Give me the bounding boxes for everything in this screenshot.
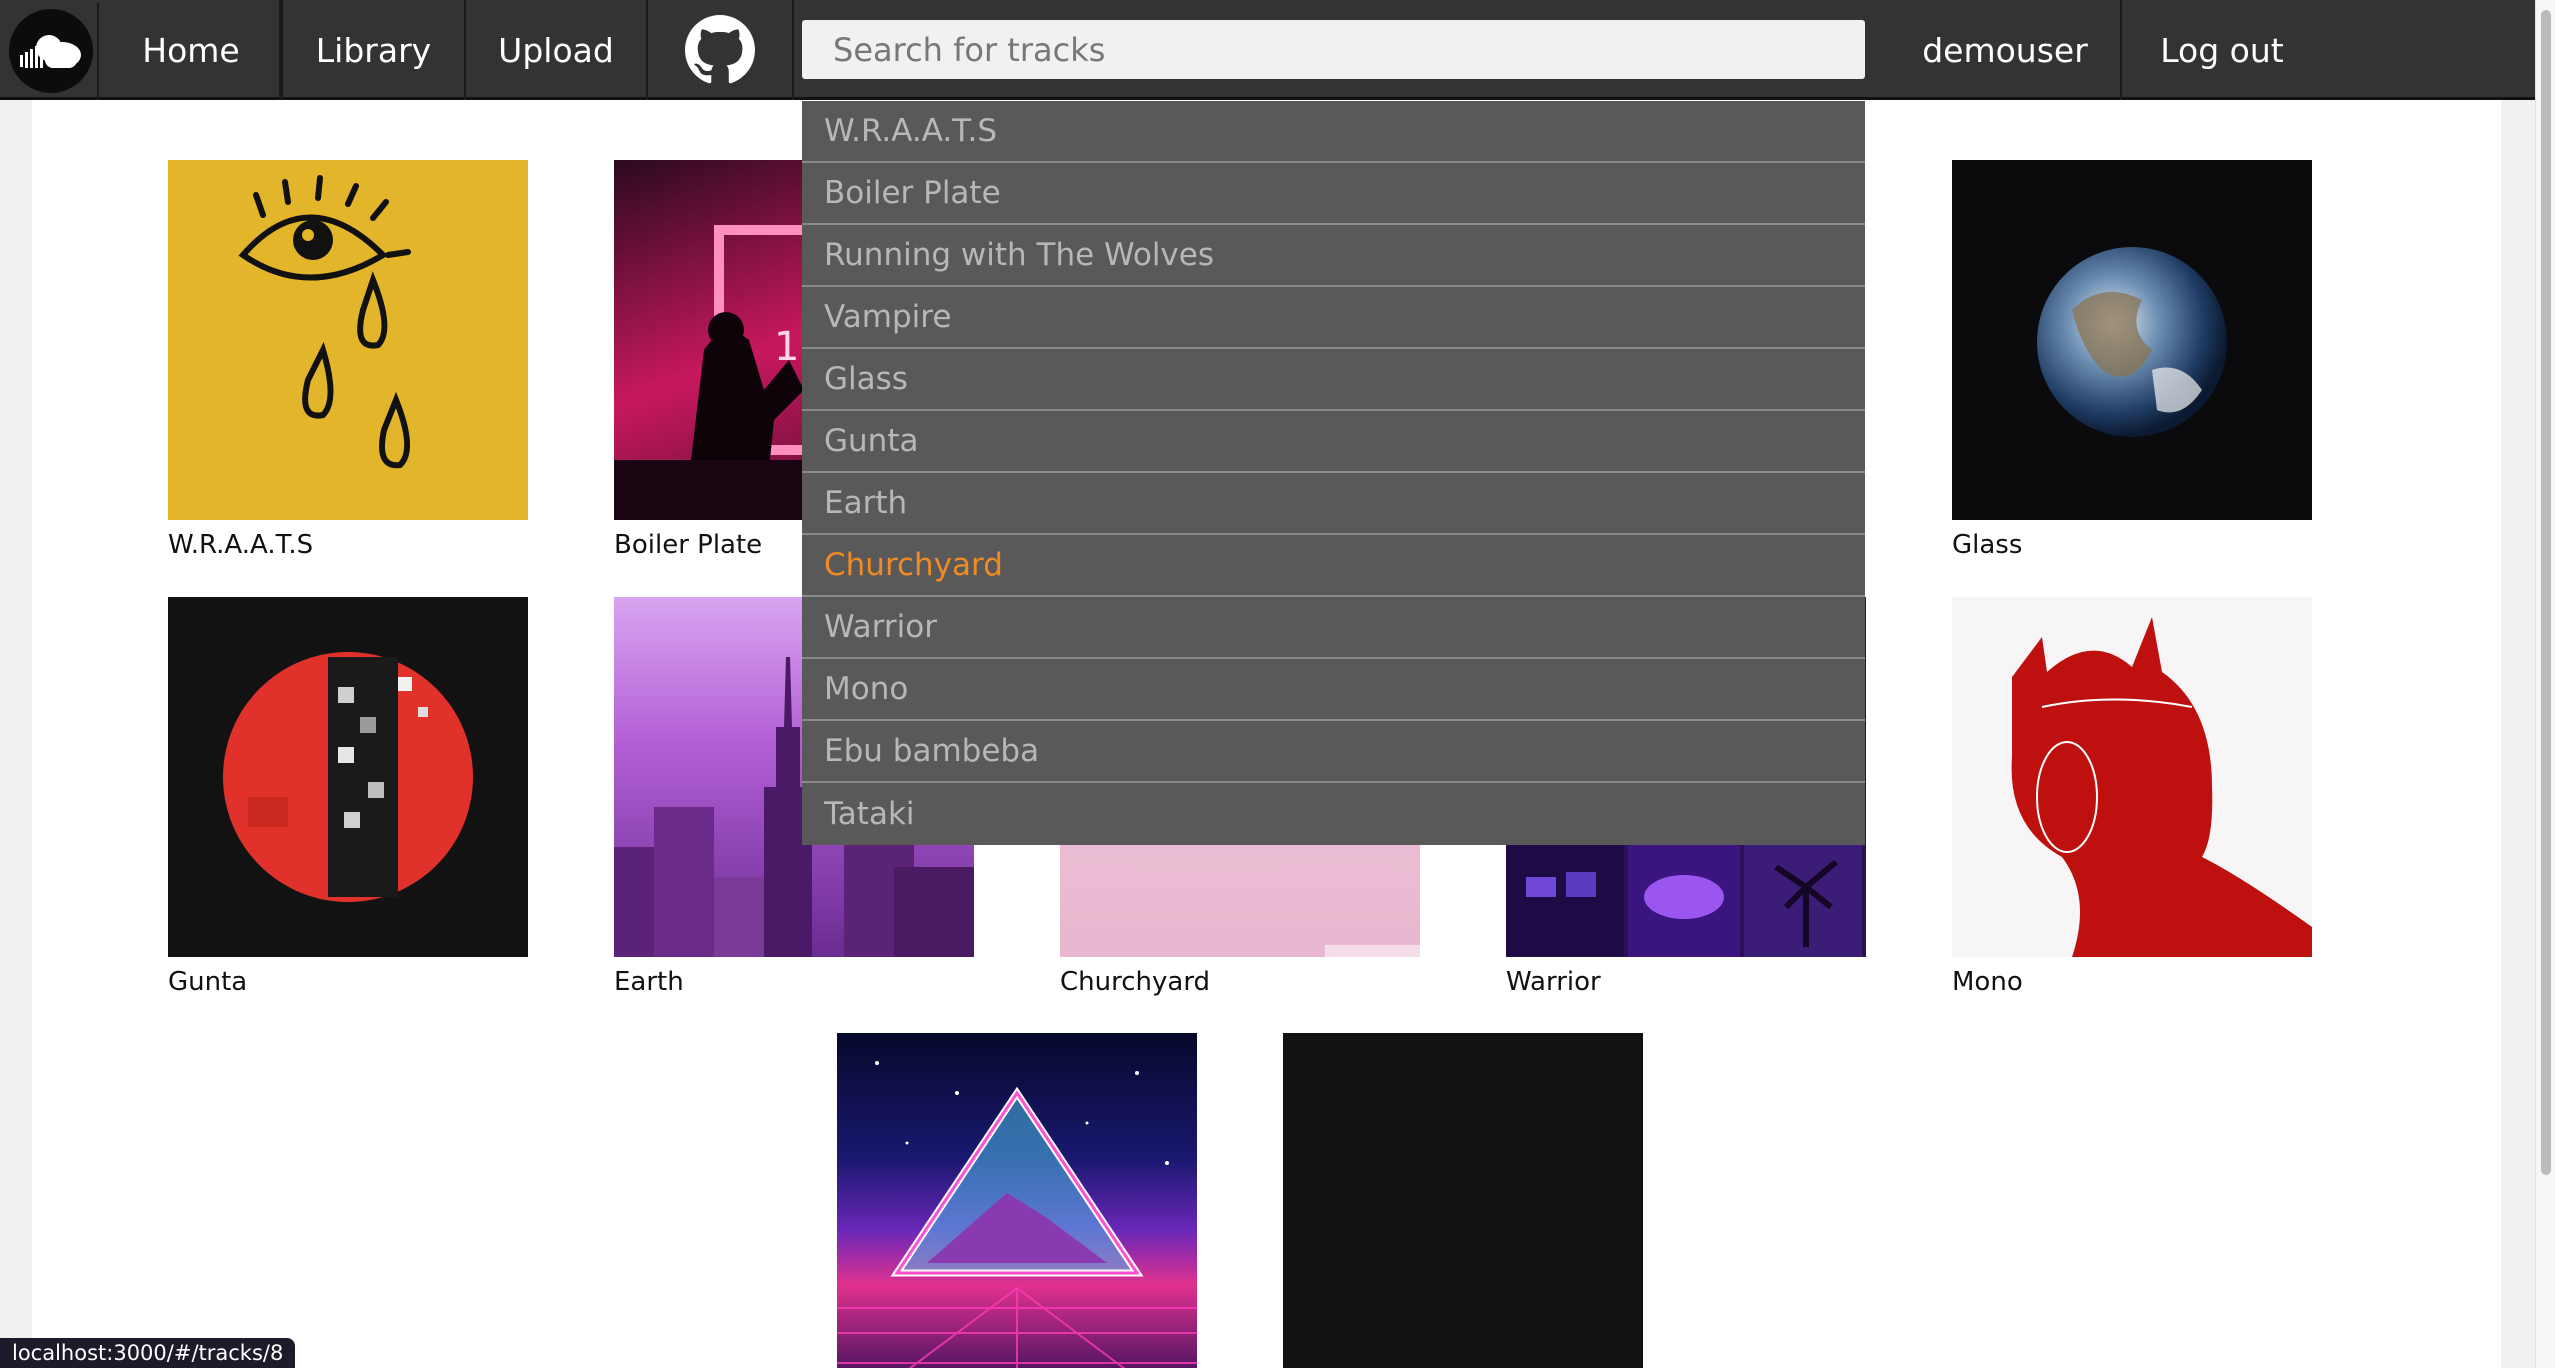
logout-button[interactable]: Log out [2124,0,2320,100]
soundcloud-logo-button[interactable] [3,3,99,99]
track-title[interactable]: Earth [614,967,974,997]
nav-library-link[interactable]: Library [281,0,466,100]
nav-home-link[interactable]: Home [103,0,281,100]
track-tile[interactable]: Mono [1952,597,2312,997]
navbar: Home Library Upload demouser Log out [0,0,2550,100]
search-result-item[interactable]: Boiler Plate [802,163,1865,225]
search-result-item[interactable]: Earth [802,473,1865,535]
search-result-item[interactable]: Tataki [802,783,1865,845]
track-artwork[interactable] [1952,160,2312,520]
nav-upload-link[interactable]: Upload [466,0,648,100]
track-tile[interactable]: W.R.A.A.T.S [168,160,528,560]
track-title[interactable]: Warrior [1506,967,1866,997]
user-profile-link[interactable]: demouser [1890,0,2122,100]
soundcloud-logo-icon [9,9,93,93]
track-tile[interactable] [1283,1033,1643,1368]
track-tile[interactable]: Gunta [168,597,528,997]
track-title[interactable]: Churchyard [1060,967,1420,997]
link-status-bar: localhost:3000/#/tracks/8 [0,1338,296,1368]
track-title[interactable]: Mono [1952,967,2312,997]
search-result-item[interactable]: Running with The Wolves [802,225,1865,287]
track-artwork[interactable] [1283,1033,1643,1368]
search-result-item[interactable]: Warrior [802,597,1865,659]
github-link[interactable] [648,0,794,100]
search-results-dropdown: W.R.A.A.T.S Boiler Plate Running with Th… [802,101,1865,845]
track-artwork[interactable] [837,1033,1197,1368]
track-title[interactable]: W.R.A.A.T.S [168,530,528,560]
track-artwork[interactable] [168,597,528,957]
track-artwork[interactable] [1952,597,2312,957]
search-result-item[interactable]: Ebu bambeba [802,721,1865,783]
search-result-item[interactable]: Churchyard [802,535,1865,597]
search-result-item[interactable]: Vampire [802,287,1865,349]
search-result-item[interactable]: Gunta [802,411,1865,473]
track-title[interactable]: Gunta [168,967,528,997]
track-artwork[interactable] [168,160,528,520]
search-result-item[interactable]: Glass [802,349,1865,411]
search-input[interactable] [802,20,1865,79]
page-scrollbar[interactable] [2535,0,2555,1368]
track-tile[interactable] [837,1033,1197,1368]
github-icon [685,15,755,84]
track-tile[interactable]: Glass [1952,160,2312,560]
track-title[interactable]: Glass [1952,530,2312,560]
scrollbar-thumb[interactable] [2541,10,2551,1175]
search-result-item[interactable]: W.R.A.A.T.S [802,101,1865,163]
search-result-item[interactable]: Mono [802,659,1865,721]
